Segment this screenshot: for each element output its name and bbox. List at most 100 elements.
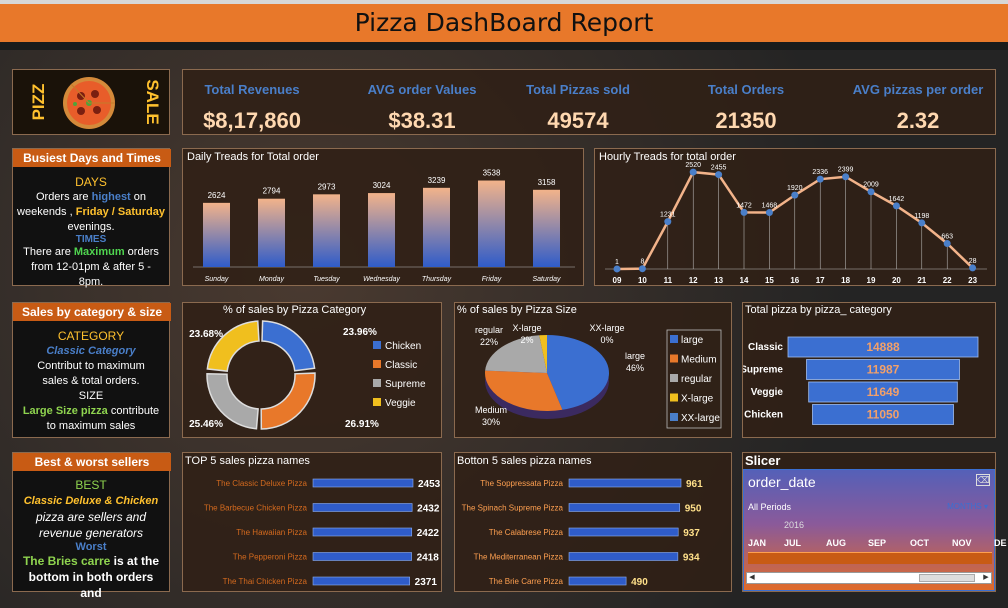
hbar-value-label: 2453 bbox=[418, 479, 441, 490]
hourly-point bbox=[918, 219, 926, 227]
classic-category: Classic Category bbox=[46, 345, 136, 357]
daily-bar bbox=[203, 202, 230, 267]
slicer-unit-dropdown[interactable]: MONTHS ▾ bbox=[947, 502, 988, 511]
size-pie-value-label: 0% bbox=[600, 335, 613, 345]
clear-filter-icon[interactable]: ⌫ bbox=[976, 474, 990, 486]
slicer-field-name: order_date bbox=[748, 474, 816, 490]
slicer-unit-label: MONTHS bbox=[947, 502, 982, 511]
category-legend-swatch bbox=[373, 360, 381, 368]
hbar bbox=[312, 527, 413, 537]
slicer-month-bar[interactable] bbox=[748, 552, 992, 564]
slicer-period: All Periods bbox=[748, 502, 792, 512]
hourly-x-label: 19 bbox=[867, 276, 876, 285]
slicer-months: JAN JUL AUG SEP OCT NOV DE bbox=[748, 538, 1007, 550]
slicer-month-label[interactable]: SEP bbox=[868, 538, 886, 548]
best-pizzas: Classic Deluxe & Chicken bbox=[23, 495, 159, 507]
hourly-point bbox=[740, 208, 748, 216]
days-text-2: weekends , bbox=[17, 206, 76, 218]
worst-line-2: bottom in both orders and bbox=[28, 570, 154, 600]
size-pie-label: Medium bbox=[475, 405, 507, 415]
hourly-value-label: 2336 bbox=[812, 169, 828, 176]
scroll-right-icon[interactable]: ▶ bbox=[981, 573, 991, 583]
size-legend-label: large bbox=[681, 335, 704, 346]
worst-pizza: The Bries carre bbox=[22, 554, 111, 568]
daily-category-label: Wednesday bbox=[363, 276, 400, 283]
best-line-3: revenue generators bbox=[38, 526, 144, 540]
funnel-category-label: Classic bbox=[748, 342, 783, 353]
hourly-chart-panel: Hourly Treads for total order 1 09 8 10 1231… bbox=[594, 148, 996, 286]
brand-right-text: SALE bbox=[143, 79, 162, 125]
hbar bbox=[568, 527, 679, 537]
kpi-value-avg-pizzas-per-order: 2.32 bbox=[896, 108, 940, 133]
best-worst-text: BEST Classic Deluxe & Chicken pizza are … bbox=[17, 477, 165, 601]
hourly-value-label: 2009 bbox=[863, 182, 879, 189]
daily-category-label: Monday bbox=[259, 276, 284, 283]
busiest-header: Busiest Days and Times bbox=[13, 149, 171, 167]
slicer-month-label[interactable]: NOV bbox=[952, 538, 972, 548]
hourly-value-label: 1472 bbox=[736, 202, 752, 209]
hbar bbox=[568, 503, 681, 512]
busiest-text: DAYS Orders are highest on weekends , Fr… bbox=[17, 175, 165, 290]
category-heading: CATEGORY bbox=[57, 329, 125, 343]
best-line-2: pizza are sellers and bbox=[35, 510, 147, 524]
hbar-value-label: 2418 bbox=[417, 553, 440, 564]
daily-value-label: 3158 bbox=[538, 178, 556, 187]
bottom5-chart: The Soppressata Pizza 961 The Spinach Supr… bbox=[462, 478, 703, 588]
hourly-value-label: 1920 bbox=[787, 185, 803, 192]
hourly-x-label: 13 bbox=[714, 276, 723, 285]
size-pie-value-label: 22% bbox=[480, 337, 498, 347]
hourly-point bbox=[638, 265, 646, 273]
days-line-3: evenings. bbox=[67, 221, 115, 233]
slicer-month-label[interactable]: OCT bbox=[910, 538, 929, 548]
funnel-value-label: 11050 bbox=[867, 408, 900, 422]
best-worst-header: Best & worst sellers bbox=[13, 453, 171, 471]
kpi-value-avg-order-values: $38.31 bbox=[388, 108, 456, 133]
category-size-header: Sales by category & size bbox=[13, 303, 171, 321]
scroll-left-icon[interactable]: ◀ bbox=[747, 573, 757, 583]
kpi-value-total-revenues: $8,17,860 bbox=[203, 108, 301, 133]
size-legend-swatch bbox=[670, 354, 678, 363]
slicer-month-label[interactable]: DE bbox=[994, 538, 1007, 548]
category-donut-panel: % of sales by Pizza Category 23.96% 26.91… bbox=[182, 302, 442, 438]
size-legend-label: XX-large bbox=[681, 413, 720, 424]
hbar-category-label: The Mediterranean Pizza bbox=[474, 553, 564, 562]
hourly-point bbox=[842, 173, 850, 181]
hourly-value-label: 28 bbox=[969, 258, 977, 265]
category-size-panel: Sales by category & size CATEGORY Classi… bbox=[12, 302, 171, 438]
slicer-month-label[interactable]: AUG bbox=[826, 538, 846, 548]
slicer-panel-title: Slicer bbox=[745, 453, 781, 468]
funnel-value-label: 14888 bbox=[866, 340, 900, 354]
daily-category-label: Thursday bbox=[422, 276, 452, 283]
slicer-month-label[interactable]: JAN bbox=[748, 538, 766, 548]
daily-value-label: 3024 bbox=[373, 181, 391, 190]
kpi-label-avg-pizzas-per-order: AVG pizzas per order bbox=[852, 82, 984, 97]
daily-value-label: 3239 bbox=[428, 176, 446, 185]
size-text: contribute bbox=[107, 405, 160, 417]
hbar-category-label: The Calabrese Pizza bbox=[489, 528, 564, 537]
hbar-category-label: The Spinach Supreme Pizza bbox=[462, 504, 564, 513]
hourly-point bbox=[969, 264, 977, 272]
funnel-category-label: Supreme bbox=[743, 365, 783, 376]
hourly-value-label: 2399 bbox=[838, 167, 854, 174]
total-by-category-chart: 14888 Classic 11987 Supreme 11649 Veggie 11050… bbox=[743, 336, 979, 425]
timeline-slicer[interactable]: order_date ⌫ All Periods MONTHS ▾ 2016 J… bbox=[743, 469, 1007, 591]
size-line-2: to maximum sales bbox=[46, 420, 136, 432]
category-line-3: sales & total orders. bbox=[42, 375, 140, 387]
size-pie-label: X-large bbox=[512, 323, 541, 333]
scrollbar-thumb[interactable] bbox=[919, 574, 975, 582]
times-text-end: orders bbox=[124, 246, 159, 258]
days-highlight: highest bbox=[91, 191, 131, 203]
daily-value-label: 3538 bbox=[483, 169, 501, 178]
times-heading: TIMES bbox=[75, 234, 107, 245]
hbar-category-label: The Pepperoni Pizza bbox=[233, 553, 308, 562]
daily-chart: 2624 Sunday 2794 Monday 2973 Tuesday 3024 Wedne… bbox=[193, 169, 575, 283]
days-weekend: Friday / Saturday bbox=[75, 206, 165, 218]
hbar bbox=[312, 552, 412, 561]
hbar-value-label: 934 bbox=[683, 553, 700, 564]
size-pie-panel: % of sales by Pizza Size large 46% Medium 3… bbox=[454, 302, 732, 438]
slicer-scrollbar[interactable]: ◀ ▶ bbox=[746, 572, 992, 584]
bottom5-panel: Botton 5 sales pizza names The Soppressa… bbox=[454, 452, 732, 592]
hourly-point bbox=[664, 218, 672, 226]
hbar bbox=[568, 478, 682, 488]
slicer-month-label[interactable]: JUL bbox=[784, 538, 801, 548]
